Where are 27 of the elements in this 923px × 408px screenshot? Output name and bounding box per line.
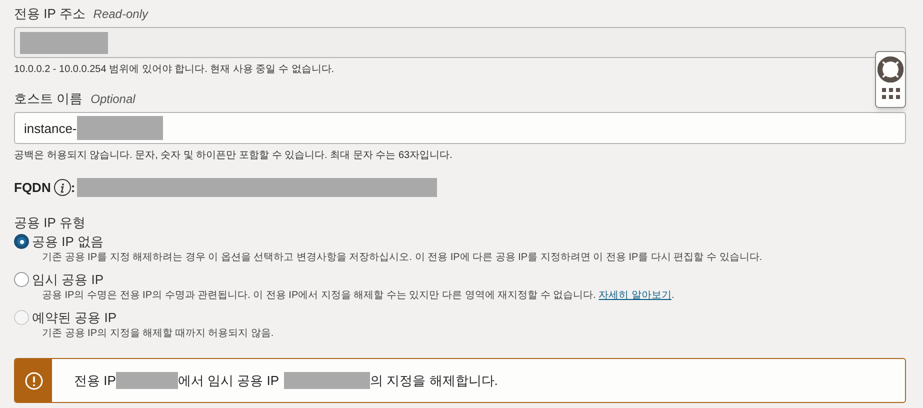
option-description: 공용 IP의 수명은 전용 IP의 수명과 관련됩니다. 이 전용 IP에서 지정을 해제할 수는 있지만 다른 영역에 재지정할 수 없습니다. 자세히 알아보기. (42, 290, 676, 302)
fqdn-colon: : (70, 180, 76, 195)
alert-text: 전용 IP (74, 373, 116, 388)
alert-text: 의 지정을 해제합니다. (370, 373, 498, 388)
learn-more-link[interactable]: 자세히 알아보기 (598, 290, 672, 301)
field-label: 전용 IP 주소 (14, 6, 86, 21)
radio-button[interactable] (14, 272, 29, 287)
help-text: 공백은 허용되지 않습니다. 문자, 숫자 및 하이픈만 포함할 수 있습니다. 최대 문자 수는 63자입니다. (14, 150, 452, 162)
info-icon[interactable] (54, 179, 71, 196)
help-text: 10.0.0.2 - 10.0.0.254 범위에 있어야 합니다. 현재 사용 중일 수 없습니다. (14, 64, 334, 76)
warning-icon (24, 372, 42, 390)
redaction-block (116, 372, 178, 389)
lifebuoy-icon[interactable] (877, 56, 904, 83)
option-description: 기존 공용 IP를 지정 해제하려는 경우 이 옵션을 선택하고 변경사항을 저장하십시오. 이 전용 IP에 다른 공용 IP를 지정하려면 이 전용 IP를 다시 편집할 수 있습니다. (42, 252, 764, 264)
section-label: 공용 IP 유형 (14, 215, 86, 230)
field-tag: Read-only (93, 7, 148, 22)
grid-icon[interactable] (882, 88, 900, 100)
option-description: 기존 공용 IP의 지정을 해제할 때까지 허용되지 않음. (42, 328, 275, 340)
field-value: instance- (24, 120, 77, 136)
field-label: 호스트 이름 (14, 91, 83, 106)
field-tag: Optional (90, 92, 136, 107)
radio-option[interactable]: 공용 IP 없음 (14, 234, 909, 249)
radio-option[interactable]: 임시 공용 IP (14, 272, 909, 287)
fqdn-label: FQDN (14, 180, 51, 195)
alert-text: 에서 임시 공용 IP (178, 373, 280, 388)
hostname-field[interactable]: instance- (14, 112, 906, 144)
radio-button[interactable] (14, 234, 29, 249)
